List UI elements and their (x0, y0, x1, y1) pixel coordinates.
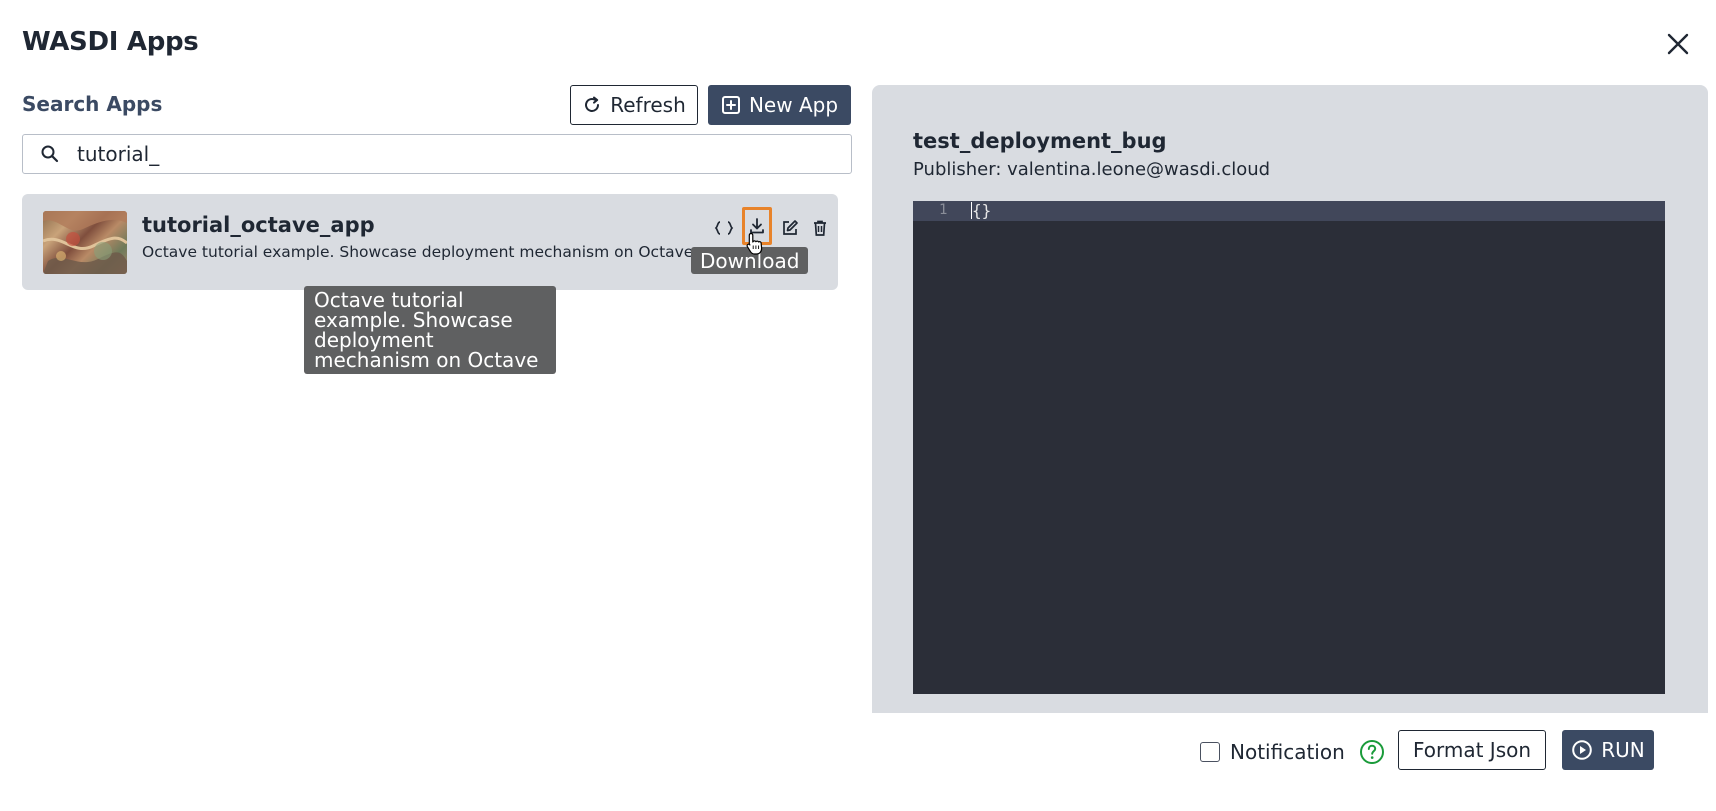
search-input[interactable] (77, 142, 837, 166)
refresh-label: Refresh (610, 93, 686, 117)
json-braces-icon[interactable] (712, 215, 736, 241)
search-label: Search Apps (22, 92, 163, 116)
dialog-title: WASDI Apps (22, 27, 199, 57)
app-description: Octave tutorial example. Showcase deploy… (142, 243, 694, 261)
line-number: 1 (939, 202, 948, 218)
app-name: tutorial_octave_app (142, 213, 375, 237)
notification-label: Notification (1230, 740, 1345, 764)
search-box (22, 134, 852, 174)
format-json-button[interactable]: Format Json (1398, 730, 1546, 770)
app-card[interactable]: tutorial_octave_app Octave tutorial exam… (22, 194, 838, 290)
code-line: {} (971, 201, 991, 220)
hand-cursor-icon (746, 232, 763, 255)
refresh-icon (585, 96, 600, 112)
refresh-button[interactable]: Refresh (570, 85, 698, 125)
format-json-label: Format Json (1412, 738, 1532, 762)
edit-icon[interactable] (778, 215, 802, 241)
editor-active-line (913, 201, 1665, 221)
description-tooltip: Octave tutorial example. Showcase deploy… (304, 286, 556, 374)
code-text: {} (972, 201, 992, 220)
run-label: RUN (1601, 738, 1645, 762)
app-detail-panel: test_deployment_bug Publisher: valentina… (872, 85, 1708, 713)
selected-app-name: test_deployment_bug (913, 129, 1167, 153)
close-icon (1667, 33, 1689, 55)
search-icon (23, 144, 77, 164)
close-button[interactable] (1658, 24, 1698, 64)
question-circle-icon[interactable] (1359, 739, 1385, 765)
trash-icon[interactable] (808, 215, 832, 241)
play-circle-icon (1572, 740, 1593, 760)
notification-control: Notification (1200, 739, 1385, 765)
run-button[interactable]: RUN (1562, 730, 1654, 770)
new-app-label: New App (748, 93, 839, 117)
new-app-button[interactable]: New App (708, 85, 851, 125)
notification-checkbox[interactable] (1200, 742, 1220, 762)
publisher-text: Publisher: valentina.leone@wasdi.cloud (913, 159, 1271, 180)
plus-square-icon (721, 96, 740, 114)
app-thumbnail (43, 211, 127, 274)
json-editor[interactable]: 1 {} (913, 201, 1665, 694)
app-actions (712, 207, 832, 245)
